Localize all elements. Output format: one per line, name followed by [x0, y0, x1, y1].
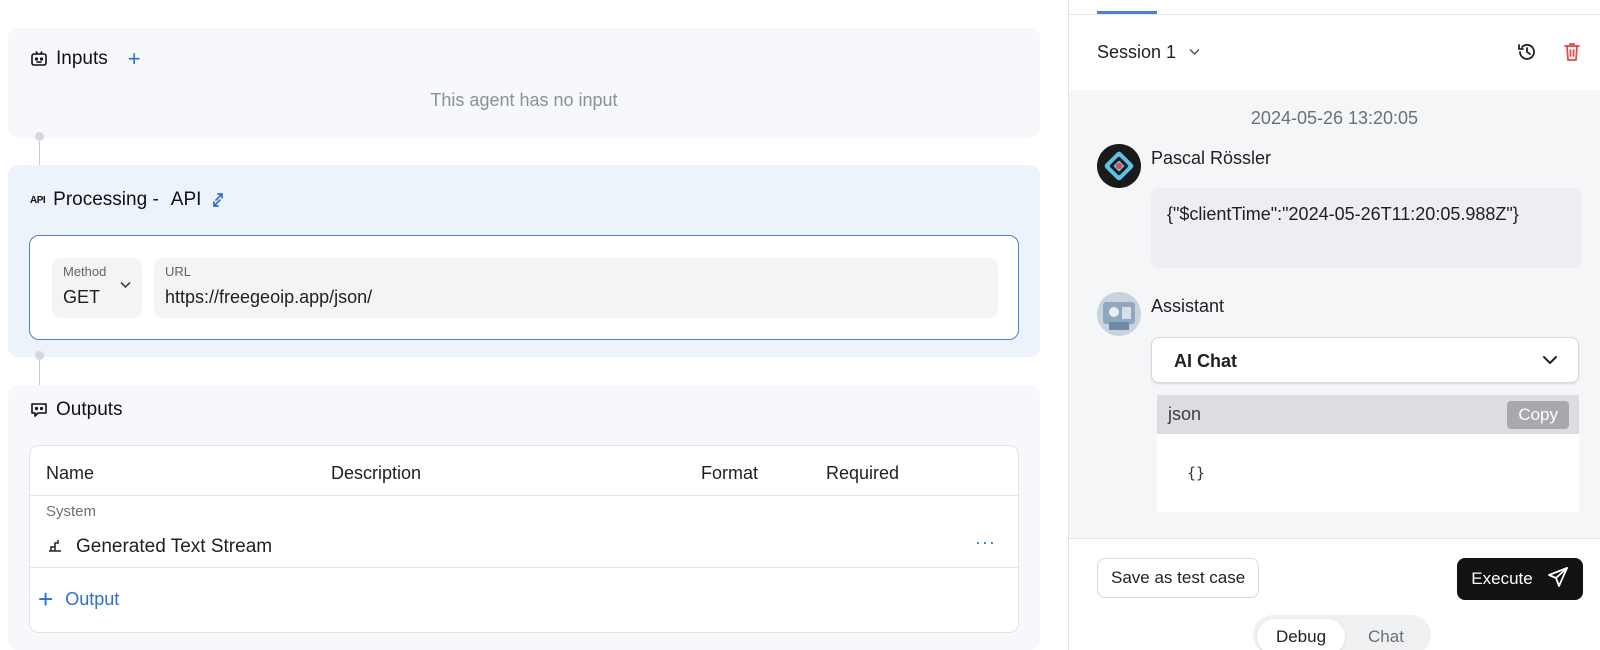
url-field[interactable]: URL https://freegeoip.app/json/ — [154, 258, 998, 318]
send-icon — [1547, 566, 1569, 593]
outputs-header: Outputs — [30, 399, 123, 421]
chevron-down-icon — [1542, 352, 1558, 373]
swap-arrows-icon[interactable] — [209, 191, 227, 209]
table-header: Name Description Format Required — [30, 446, 1018, 496]
trash-icon[interactable] — [1562, 41, 1582, 68]
processing-type: API — [170, 189, 202, 210]
history-icon[interactable] — [1516, 41, 1538, 68]
assistant-name: Assistant — [1151, 296, 1225, 316]
method-label: Method — [63, 264, 107, 279]
api-request-box: Method GET URL https://freegeoip.app/jso… — [29, 235, 1019, 340]
copy-button[interactable]: Copy — [1507, 401, 1569, 429]
processing-header: API Processing - API — [30, 189, 227, 211]
url-value[interactable]: https://freegeoip.app/json/ — [165, 287, 372, 308]
avatar — [1097, 144, 1141, 188]
avatar — [1097, 292, 1141, 336]
outputs-card: Outputs Name Description Format Required… — [8, 385, 1040, 650]
chevron-down-icon — [119, 278, 132, 296]
add-output-button[interactable]: + Output — [38, 586, 119, 612]
user-name: Pascal Rössler — [1151, 148, 1272, 168]
output-name: Generated Text Stream — [76, 536, 273, 557]
session-select[interactable]: Session 1 — [1097, 42, 1201, 63]
ai-chat-label: AI Chat — [1174, 351, 1237, 371]
debug-panel: Session 1 2024-05-26 13:20:05 Pascal Rös… — [1068, 0, 1600, 650]
execute-button[interactable]: Execute — [1457, 558, 1583, 600]
panel-tabs — [1069, 0, 1600, 15]
connector-dot — [35, 351, 44, 360]
method-value: GET — [63, 287, 101, 307]
debug-footer: Save as test case Execute Debug Chat — [1069, 538, 1600, 650]
ai-chat-collapse[interactable]: AI Chat — [1151, 337, 1579, 383]
api-icon: API — [30, 194, 46, 206]
session-label: Session 1 — [1097, 42, 1177, 62]
outputs-table: Name Description Format Required System … — [29, 445, 1019, 633]
method-select[interactable]: Method GET — [52, 258, 142, 318]
plus-icon: + — [127, 46, 141, 71]
code-language: json — [1168, 404, 1202, 424]
inputs-card: Inputs + This agent has no input — [8, 28, 1040, 138]
mode-debug-tab[interactable]: Debug — [1257, 619, 1345, 650]
code-block-header: json Copy — [1157, 395, 1579, 434]
inputs-title: Inputs — [56, 48, 108, 69]
add-output-label: Output — [65, 588, 120, 609]
mode-chat-tab[interactable]: Chat — [1349, 619, 1423, 650]
no-input-message: This agent has no input — [430, 90, 618, 110]
code-content: {} — [1187, 464, 1206, 482]
column-header-format: Format — [701, 463, 759, 483]
url-label: URL — [165, 264, 192, 279]
execute-label: Execute — [1471, 569, 1533, 588]
output-group-label: System — [46, 503, 97, 520]
plus-icon: + — [38, 584, 54, 614]
code-block: {} — [1157, 434, 1579, 512]
processing-card: API Processing - API Method GET URL http… — [8, 165, 1040, 357]
column-header-required: Required — [826, 463, 900, 483]
connector-dot — [35, 132, 44, 141]
column-header-name: Name — [46, 463, 95, 483]
more-options-button[interactable]: ··· — [975, 532, 996, 553]
session-bar: Session 1 — [1069, 15, 1600, 90]
column-header-description: Description — [331, 463, 422, 483]
processing-title: Processing - — [53, 189, 159, 210]
inputs-header: Inputs + — [30, 48, 141, 70]
chevron-down-icon — [1188, 42, 1201, 63]
active-tab-indicator — [1097, 11, 1157, 14]
message-timestamp: 2024-05-26 13:20:05 — [1250, 108, 1419, 128]
mode-toggle: Debug Chat — [1253, 615, 1431, 650]
save-test-case-button[interactable]: Save as test case — [1097, 558, 1260, 598]
table-row[interactable]: Generated Text Stream ··· — [30, 524, 1018, 568]
chat-output-icon — [30, 401, 48, 419]
add-input-button[interactable]: + — [128, 48, 141, 70]
user-message-bubble: {"$clientTime":"2024-05-26T11:20:05.988Z… — [1151, 188, 1581, 268]
text-stream-icon — [47, 538, 63, 559]
robot-icon — [30, 50, 48, 68]
outputs-title: Outputs — [56, 399, 123, 420]
agent-editor-panel: Inputs + This agent has no input API Pro… — [0, 0, 1068, 650]
